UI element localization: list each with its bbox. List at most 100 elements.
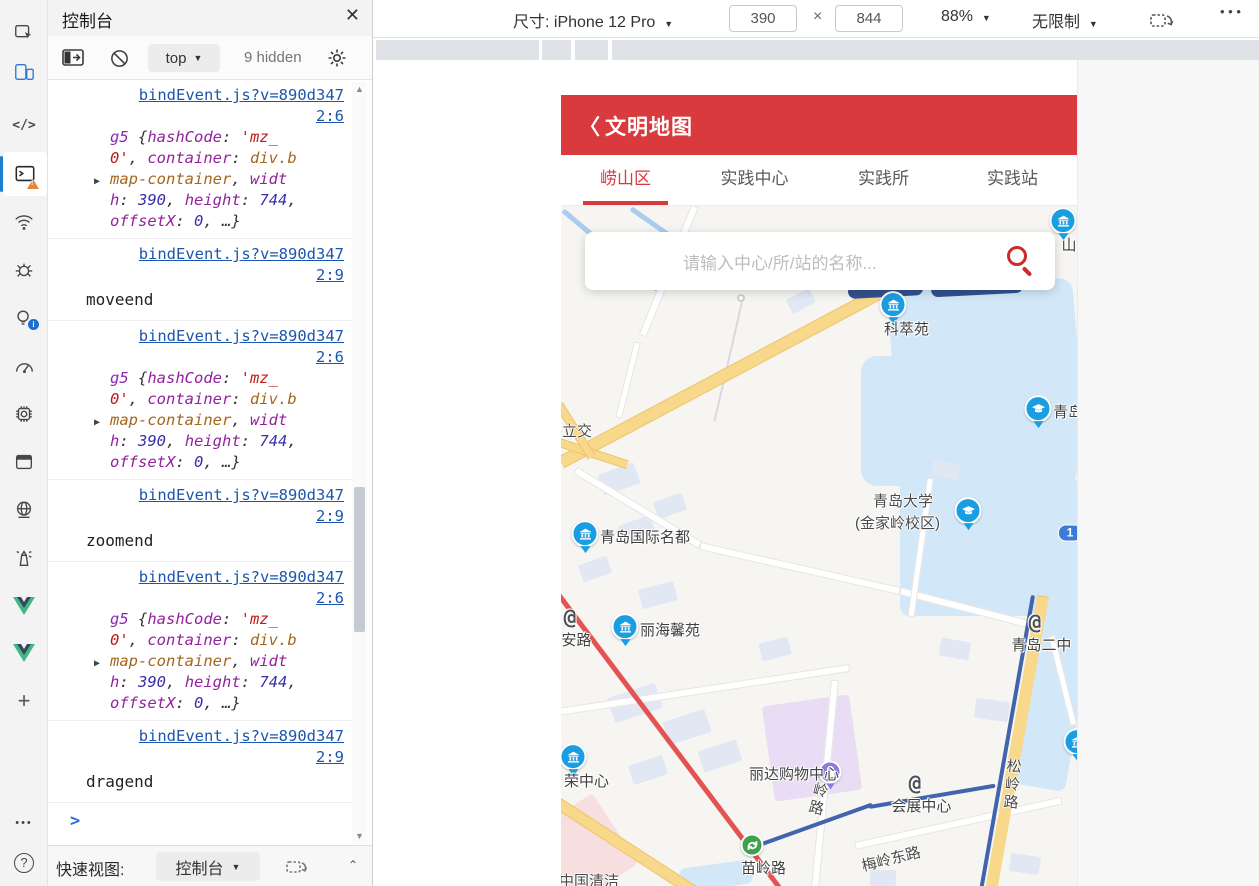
console-source-link[interactable]: bindEvent.js?v=890d347 [48, 85, 344, 106]
search-icon[interactable] [1007, 246, 1027, 266]
map-marker[interactable]: 1 [1070, 533, 1077, 550]
scrollbar-thumb[interactable] [354, 487, 365, 632]
viewport-height-input[interactable] [835, 5, 903, 32]
map-marker[interactable]: @青岛二中 [1035, 622, 1048, 646]
expand-triangle-icon[interactable]: ▶ [94, 171, 100, 192]
app-header: 〈 文明地图 [561, 95, 1077, 155]
map-marker[interactable]: 青岛 [1038, 410, 1065, 437]
application-icon[interactable] [0, 442, 48, 482]
console-settings-gear-icon[interactable] [324, 46, 350, 70]
network-conditions-globe-icon[interactable] [0, 490, 48, 530]
debugger-icon[interactable] [0, 250, 48, 290]
school-pin-icon [1025, 395, 1052, 422]
scrollbar-down-arrow[interactable]: ▼ [352, 829, 367, 844]
rotate-device-icon[interactable] [284, 855, 310, 879]
media-query-segment[interactable] [575, 40, 608, 60]
media-query-segment[interactable] [542, 40, 571, 60]
performance-icon[interactable] [0, 347, 48, 387]
console-source-link[interactable]: bindEvent.js?v=890d347 [48, 567, 344, 588]
quick-view-selector[interactable]: 控制台 ▼ [156, 852, 260, 881]
metro-station-icon: @ [1029, 610, 1042, 634]
rotate-viewport-icon[interactable] [1149, 9, 1175, 35]
memory-icon[interactable] [0, 394, 48, 434]
quick-view-label: 快速视图: [56, 856, 124, 880]
close-icon[interactable]: ✕ [345, 5, 360, 26]
media-query-segment[interactable] [612, 40, 1259, 60]
console-source-location-link[interactable]: 2:6 [48, 347, 344, 368]
chevron-down-icon: ▼ [232, 862, 241, 872]
zoom-selector[interactable]: 88% ▼ [941, 8, 991, 26]
console-message: moveend [86, 286, 352, 314]
scrollbar-up-arrow[interactable]: ▲ [352, 82, 367, 97]
device-emulation-pane: 尺寸: iPhone 12 Pro ▼ × 88% ▼ 无限制 ▼ • • • … [373, 0, 1259, 886]
map-marker[interactable]: 山东 [1063, 222, 1077, 249]
map-marker[interactable]: 科萃苑 [893, 306, 920, 333]
tab-practice-institute[interactable]: 实践所 [819, 155, 948, 205]
map-text-label: 青岛大学 [873, 490, 933, 511]
map-marker[interactable]: 丽海馨苑 [625, 628, 652, 655]
console-source-location-link[interactable]: 2:6 [48, 106, 344, 127]
tab-practice-station[interactable]: 实践站 [948, 155, 1077, 205]
console-source-location-link[interactable]: 2:9 [48, 265, 344, 286]
console-source-location-link[interactable]: 2:6 [48, 588, 344, 609]
map-text-label: 中国清洁 [561, 870, 619, 886]
tab-laoshan[interactable]: 崂山区 [561, 155, 690, 205]
chevron-down-icon: ▼ [982, 13, 991, 23]
viewport-width-input[interactable] [729, 5, 797, 32]
baidu-map[interactable]: 请输入中心/所/站的名称... 科萃苑 山东青岛青岛国际名都 @安路 丽海馨苑 @青岛二… [561, 206, 1077, 886]
console-log: bindEvent.js?v=890d3472:6▶g5 {hashCode: … [48, 80, 352, 845]
media-query-segment[interactable] [376, 40, 539, 60]
map-marker[interactable]: 青岛国际名都 [585, 535, 612, 562]
more-options-icon[interactable]: • • • [1220, 4, 1241, 19]
help-icon[interactable]: ? [0, 843, 48, 883]
map-marker[interactable] [968, 512, 995, 539]
inspect-element-icon[interactable] [0, 13, 48, 53]
console-sidebar-toggle-icon[interactable] [60, 46, 86, 70]
console-source-link[interactable]: bindEvent.js?v=890d347 [48, 244, 344, 265]
network-icon[interactable] [0, 202, 48, 242]
console-context-selector[interactable]: top ▼ [148, 44, 220, 72]
console-entry: bindEvent.js?v=890d3472:9dragend [48, 721, 352, 803]
console-source-link[interactable]: bindEvent.js?v=890d347 [48, 326, 344, 347]
map-text-label: 路立交 [561, 420, 592, 441]
map-marker[interactable]: 丽达购物中心 [830, 772, 853, 795]
map-marker-label: 科萃苑 [884, 318, 929, 339]
more-tools-icon[interactable]: ••• [0, 803, 48, 843]
clear-console-icon[interactable] [106, 46, 132, 70]
device-emulation-icon[interactable] [0, 52, 48, 92]
device-dimensions-selector[interactable]: 尺寸: iPhone 12 Pro ▼ [513, 8, 673, 32]
console-message: dragend [86, 768, 352, 796]
tab-practice-center[interactable]: 实践中心 [690, 155, 819, 205]
map-marker-label: 青岛国际名都 [600, 526, 690, 547]
vue-devtools-icon[interactable] [0, 586, 48, 626]
console-source-location-link[interactable]: 2:9 [48, 506, 344, 527]
console-scrollbar[interactable]: ▲ ▼ [352, 82, 367, 844]
elements-panel-icon[interactable]: </> [0, 105, 48, 145]
map-marker-label: 会展中心 [891, 795, 951, 816]
console-source-link[interactable]: bindEvent.js?v=890d347 [48, 726, 344, 747]
hidden-messages-count[interactable]: 9 hidden [244, 49, 302, 66]
map-marker[interactable]: @会展中心 [915, 783, 928, 807]
map-marker[interactable]: 荣中心 [573, 758, 600, 785]
issues-lightbulb-icon[interactable]: i [0, 298, 48, 338]
add-tool-icon[interactable]: + [0, 681, 48, 721]
viewport-right-gutter [1077, 60, 1259, 886]
expand-triangle-icon[interactable]: ▶ [94, 653, 100, 674]
console-prompt[interactable]: > [48, 803, 352, 841]
console-source-location-link[interactable]: 2:9 [48, 747, 344, 768]
chevron-down-icon: ▼ [664, 19, 673, 29]
map-marker[interactable]: @安路 [570, 617, 583, 641]
lighthouse-icon[interactable] [0, 538, 48, 578]
recycle-badge-icon [741, 834, 764, 857]
chevron-down-icon: ▼ [1089, 19, 1098, 29]
collapse-chevron-icon[interactable]: ⌃ [348, 858, 358, 872]
vue-devtools-icon-2[interactable] [0, 633, 48, 673]
console-source-link[interactable]: bindEvent.js?v=890d347 [48, 485, 344, 506]
map-marker[interactable]: 苗岭路 [752, 845, 775, 868]
console-message: zoomend [86, 527, 352, 555]
console-panel-icon[interactable] [3, 152, 47, 196]
expand-triangle-icon[interactable]: ▶ [94, 412, 100, 433]
map-search-bar[interactable]: 请输入中心/所/站的名称... [585, 232, 1055, 290]
back-button[interactable]: 〈 [579, 111, 600, 141]
throttling-selector[interactable]: 无限制 ▼ [1032, 8, 1098, 32]
